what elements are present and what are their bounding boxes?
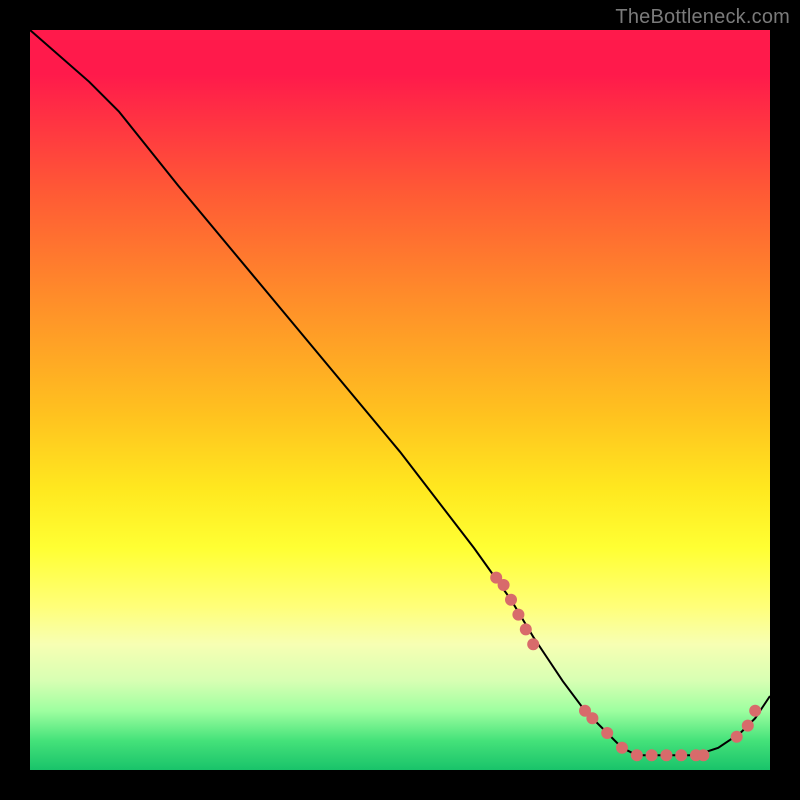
chart-frame: TheBottleneck.com bbox=[0, 0, 800, 800]
data-point bbox=[675, 749, 687, 761]
data-point bbox=[616, 742, 628, 754]
plot-area bbox=[30, 30, 770, 770]
data-point bbox=[601, 727, 613, 739]
data-point bbox=[749, 705, 761, 717]
curve-svg bbox=[30, 30, 770, 770]
data-point bbox=[512, 609, 524, 621]
data-point bbox=[586, 712, 598, 724]
bottleneck-curve bbox=[30, 30, 770, 755]
data-point bbox=[731, 731, 743, 743]
data-point bbox=[498, 579, 510, 591]
data-point bbox=[505, 594, 517, 606]
watermark-text: TheBottleneck.com bbox=[615, 6, 790, 29]
data-point bbox=[520, 623, 532, 635]
highlighted-points-group bbox=[490, 572, 761, 762]
data-point bbox=[742, 720, 754, 732]
data-point bbox=[631, 749, 643, 761]
data-point bbox=[527, 638, 539, 650]
data-point bbox=[697, 749, 709, 761]
data-point bbox=[646, 749, 658, 761]
data-point bbox=[660, 749, 672, 761]
